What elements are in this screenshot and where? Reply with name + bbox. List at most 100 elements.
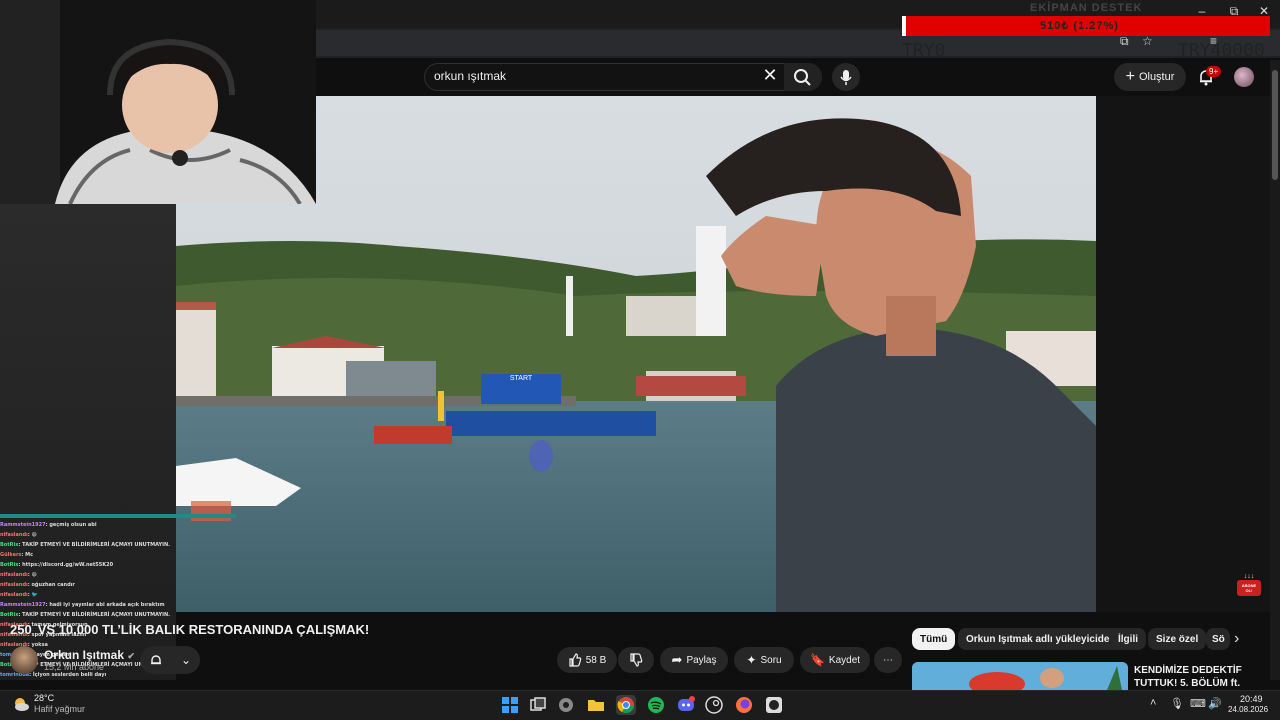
plus-icon: +	[1125, 68, 1135, 85]
channel-name-text: Orkun Işıtmak	[44, 648, 125, 662]
discord-icon[interactable]	[676, 695, 696, 715]
chat-message: nifaslandı: 🐦	[0, 590, 236, 600]
chat-username[interactable]: nifaslandı	[0, 572, 28, 578]
file-explorer-icon[interactable]	[586, 695, 606, 715]
weather-description[interactable]: Hafif yağmur	[34, 704, 85, 714]
clock-date[interactable]: 24.08.2026	[1228, 705, 1268, 714]
like-count: 58 B	[585, 654, 607, 666]
chip-more[interactable]: Sö	[1206, 628, 1230, 650]
chat-text: : hadi iyi yayınlar abi arkada açık bıra…	[45, 602, 165, 608]
recommended-thumbnail-image	[912, 662, 1128, 690]
dislike-button[interactable]	[618, 647, 654, 673]
subscriber-count: 15,2 Mn abone	[44, 662, 105, 672]
channel-avatar[interactable]	[10, 646, 38, 674]
share-button[interactable]: ➦ Paylaş	[660, 647, 728, 673]
video-title: 250 VS 10.000 TL’LİK BALIK RESTORANINDA Ç…	[10, 622, 369, 637]
chat-username[interactable]: nifaslandı	[0, 592, 28, 598]
video-title-text: VS 10.000 TL’LİK BALIK RESTORANINDA ÇALI…	[37, 622, 370, 637]
search-query[interactable]: orkun ışıtmak	[434, 69, 506, 83]
chat-message: Rammstein1927: hadi iyi yayınlar abi ark…	[0, 600, 236, 610]
weather-icon[interactable]	[12, 695, 30, 713]
share-icon: ➦	[671, 652, 683, 667]
start-sign: START	[510, 375, 533, 382]
chat-message: BotRix: TAKİP ETMEYİ VE BİLDİRİMLERİ AÇM…	[0, 540, 236, 550]
chat-message: Rammstein1927: geçmiş olsun abi	[0, 520, 236, 530]
chip-from-uploader[interactable]: Orkun Işıtmak adlı yükleyiciden	[958, 628, 1124, 650]
settings-icon[interactable]	[556, 695, 576, 715]
chip-for-you[interactable]: Size özel	[1148, 628, 1207, 650]
create-label: Oluştur	[1138, 71, 1175, 83]
network-icon[interactable]: ⌨	[1190, 697, 1206, 710]
donation-goal-title: EKİPMAN DESTEK	[1030, 2, 1143, 14]
account-avatar[interactable]	[1234, 67, 1254, 87]
tray-expand-icon[interactable]: ˄	[1150, 697, 1156, 709]
firefox-icon[interactable]	[734, 695, 754, 715]
volume-icon[interactable]: 🔊	[1208, 697, 1222, 710]
more-actions-button[interactable]: ⋯	[874, 647, 902, 673]
microphone-tray-icon[interactable]: 🎙	[1170, 697, 1184, 710]
task-view-icon[interactable]	[528, 695, 548, 715]
chat-username[interactable]: nifaslandı	[0, 532, 28, 538]
chrome-icon[interactable]	[616, 695, 636, 715]
sparkle-icon: ✦	[746, 653, 757, 667]
thumbs-up-icon	[569, 653, 581, 667]
bell-icon	[150, 655, 161, 665]
subscribe-sticker-text: ABONE OL!	[1241, 583, 1257, 593]
bookmark-star-icon[interactable]: ☆	[1142, 34, 1153, 48]
ask-button[interactable]: ✦ Soru	[734, 647, 794, 673]
recommended-thumbnail[interactable]	[912, 662, 1128, 690]
bookmark-icon: 🔖	[809, 653, 825, 667]
chat-text: : 😄	[27, 572, 37, 578]
scrollbar-thumb[interactable]	[1272, 70, 1278, 180]
channel-name[interactable]: Orkun Işıtmak ✔	[44, 648, 135, 662]
windows-start-icon[interactable]	[500, 695, 520, 715]
chat-text: : İçiyon seslerden belli dayı	[29, 672, 107, 678]
svg-text:↓↓↓: ↓↓↓	[1244, 573, 1255, 580]
recommended-title[interactable]: KENDİMİZE DEDEKTİF TUTTUK! 5. BÖLÜM ft.	[1134, 664, 1264, 690]
chat-username[interactable]: BotRix	[0, 612, 18, 618]
chat-message: Gülkers: Mc	[0, 550, 236, 560]
install-app-icon[interactable]: ⧉	[1120, 34, 1129, 49]
chat-username[interactable]: Rammstein1927	[0, 602, 46, 608]
like-button[interactable]: 58 B	[557, 647, 617, 673]
chevron-down-icon: ⌄	[180, 653, 192, 667]
chat-text: : geçmiş olsun abi	[45, 522, 97, 528]
create-button[interactable]: + Oluştur	[1114, 63, 1186, 91]
obs-icon[interactable]	[764, 695, 784, 715]
chat-message: tomrinoda: İçiyon seslerden belli dayı	[0, 670, 236, 680]
windows-taskbar	[0, 690, 1280, 720]
chip-related[interactable]: İlgili	[1110, 628, 1146, 650]
chat-username[interactable]: nifaslandı	[0, 582, 28, 588]
save-button[interactable]: 🔖 Kaydet	[800, 647, 870, 673]
chat-username[interactable]: Rammstein1927	[0, 522, 46, 528]
microphone-icon	[840, 70, 852, 85]
search-icon	[794, 69, 811, 86]
chat-text: : TAKİP ETMEYİ VE BİLDİRİMLERİ AÇMAYI UN…	[18, 542, 171, 548]
clock-time[interactable]: 20:49	[1240, 694, 1263, 704]
search-button[interactable]	[784, 63, 822, 91]
verified-icon: ✔	[127, 651, 135, 661]
chat-username[interactable]: Gülkers	[0, 552, 21, 558]
voice-search-button[interactable]	[832, 63, 860, 91]
chat-text: : TAKİP ETMEYİ VE BİLDİRİMLERİ AÇMAYI UN…	[18, 612, 171, 618]
chip-all[interactable]: Tümü	[912, 628, 956, 650]
thumbs-down-icon	[630, 653, 643, 667]
chat-text: : 😄	[27, 532, 37, 538]
chat-text: : Mc	[21, 552, 34, 558]
subscription-bell-button[interactable]: ⌄	[140, 646, 200, 674]
spotify-icon[interactable]	[646, 695, 666, 715]
weather-temperature[interactable]: 28°C	[34, 693, 54, 703]
chat-accent-bar	[0, 514, 236, 518]
chat-message: nifaslandı: oğuzhan candır	[0, 580, 236, 590]
chat-username[interactable]: BotRix	[0, 542, 18, 548]
notification-count-badge: 9+	[1206, 66, 1222, 77]
share-label: Paylaş	[686, 654, 717, 666]
recommendations-backdrop	[1096, 96, 1270, 612]
steam-icon[interactable]	[704, 695, 724, 715]
chat-message: nifaslandı: 😄	[0, 570, 236, 580]
chat-username[interactable]: BotRix	[0, 562, 18, 568]
chat-message: BotRix: TAKİP ETMEYİ VE BİLDİRİMLERİ AÇM…	[0, 610, 236, 620]
chevron-right-icon[interactable]: ›	[1234, 630, 1239, 648]
clear-search-icon[interactable]: ✕	[760, 65, 780, 86]
subscribe-sticker: ↓↓↓ ABONE OL!	[1236, 570, 1262, 596]
